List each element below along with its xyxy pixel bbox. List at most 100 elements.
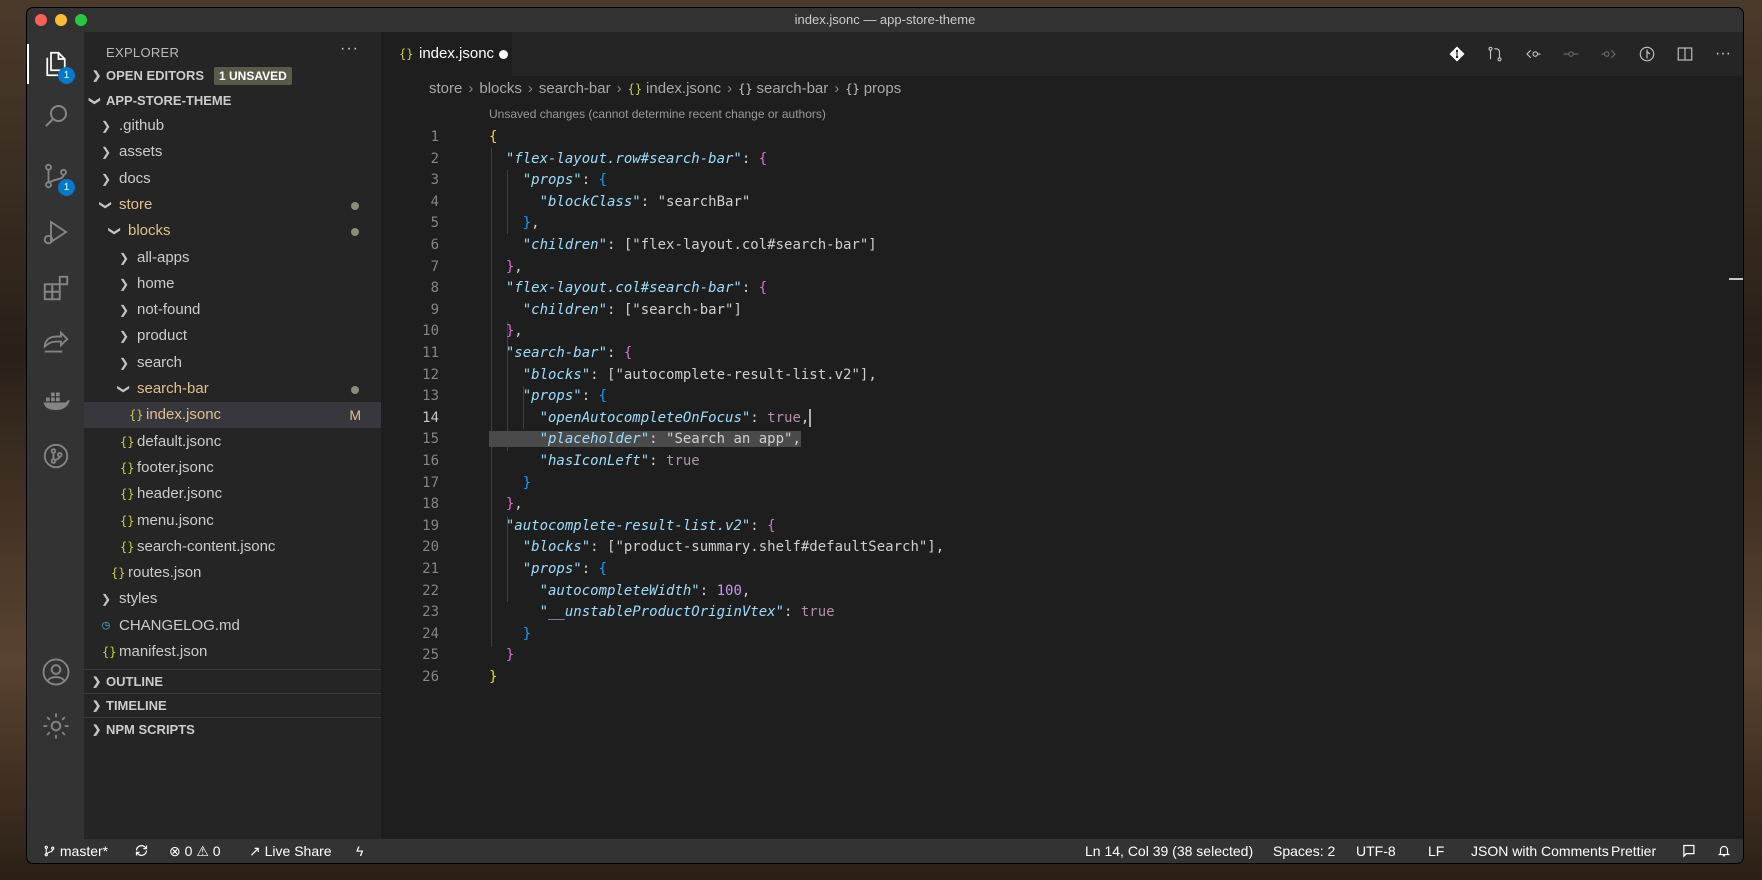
breadcrumb-item[interactable]: store (429, 80, 462, 97)
lightning-icon[interactable]: ϟ (356, 839, 363, 863)
tree-folder[interactable]: ❯ store (84, 192, 381, 218)
object-symbol-icon: {} (845, 82, 860, 96)
eol-status[interactable]: LF (1428, 839, 1444, 863)
prettier-status[interactable]: Prettier (1611, 839, 1656, 863)
tree-item-label: menu.jsonc (137, 511, 214, 529)
warning-icon: ⚠ (196, 843, 209, 859)
modified-dot-icon (351, 386, 359, 394)
unsaved-dot-icon[interactable] (499, 50, 508, 59)
tree-item-label: .github (119, 117, 165, 134)
tree-file[interactable]: {} index.jsonc M (84, 402, 381, 429)
chevron-right-icon: ❯ (119, 355, 130, 370)
breadcrumb-item[interactable]: props (864, 80, 902, 97)
tree-file[interactable]: {} header.jsonc (84, 481, 381, 507)
warning-count: 0 (212, 843, 221, 859)
tree-folder[interactable]: ❯ search-bar (84, 376, 381, 402)
tree-file[interactable]: ◷ CHANGELOG.md (84, 613, 381, 639)
open-changes-icon[interactable] (1485, 44, 1505, 64)
live-share-icon[interactable] (27, 320, 84, 368)
text-cursor (809, 408, 812, 427)
explorer-more-actions-icon[interactable]: ··· (340, 40, 359, 58)
tree-folder[interactable]: ❯ blocks (84, 218, 381, 244)
source-control-icon[interactable]: 1 (27, 152, 84, 200)
minimize-window-button[interactable] (55, 14, 67, 26)
tree-file[interactable]: {} default.jsonc (84, 429, 381, 455)
tree-item-label: CHANGELOG.md (119, 616, 240, 634)
close-window-button[interactable] (35, 14, 47, 26)
tree-item-label: search-bar (137, 380, 209, 397)
branch-status[interactable]: master* (43, 839, 108, 863)
commit-icon[interactable] (1561, 44, 1581, 64)
tree-file[interactable]: {} manifest.json (84, 639, 381, 665)
toggle-file-blame-icon[interactable] (1637, 44, 1657, 64)
chevron-right-icon: ❯ (92, 724, 102, 736)
tree-folder[interactable]: ❯ product (84, 323, 381, 349)
live-share-status[interactable]: ↗ Live Share (249, 839, 332, 863)
codelens-blame[interactable]: Unsaved changes (cannot determine recent… (489, 107, 826, 121)
chevron-right-icon: ❯ (101, 145, 112, 160)
tree-folder[interactable]: ❯ search (84, 350, 381, 376)
encoding-status[interactable]: UTF-8 (1356, 839, 1396, 863)
manage-gear-icon[interactable] (27, 702, 84, 750)
indentation-status[interactable]: Spaces: 2 (1273, 839, 1335, 863)
notifications-bell-icon[interactable] (1717, 839, 1731, 863)
previous-change-icon[interactable] (1523, 44, 1543, 64)
search-icon[interactable] (27, 92, 84, 140)
tree-folder[interactable]: ❯ styles (84, 586, 381, 612)
timeline-section[interactable]: ❯ TIMELINE (84, 693, 381, 718)
workspace-root-label: APP-STORE-THEME (106, 93, 232, 108)
accounts-icon[interactable] (27, 648, 84, 696)
run-debug-icon[interactable] (27, 208, 84, 256)
outline-section[interactable]: ❯ OUTLINE (84, 669, 381, 694)
open-editors-section[interactable]: ❯ OPEN EDITORS 1 UNSAVED (84, 64, 381, 88)
chevron-right-icon: › (834, 80, 840, 97)
breadcrumb-item[interactable]: search-bar (539, 80, 611, 97)
explorer-icon[interactable]: 1 (27, 40, 84, 88)
sync-icon[interactable] (134, 839, 149, 863)
extensions-icon[interactable] (27, 264, 84, 312)
gitlens-icon[interactable] (27, 432, 84, 480)
tree-folder[interactable]: ❯ assets (84, 139, 381, 165)
scrollbar-cursor-marker[interactable] (1729, 278, 1743, 280)
tab-index-jsonc[interactable]: {} index.jsonc (381, 32, 512, 76)
cursor-position[interactable]: Ln 14, Col 39 (38 selected) (1085, 839, 1253, 863)
git-compare-icon[interactable] (1447, 44, 1467, 64)
tree-file[interactable]: {} search-content.jsonc (84, 534, 381, 560)
chevron-right-icon: ❯ (119, 276, 130, 291)
title-bar: index.jsonc — app-store-theme (27, 8, 1743, 32)
tree-folder[interactable]: ❯ not-found (84, 297, 381, 323)
feedback-icon[interactable] (1682, 839, 1697, 863)
workspace-root-section[interactable]: ❯ APP-STORE-THEME (84, 89, 381, 113)
git-modified-badge: M (349, 407, 361, 424)
tree-folder[interactable]: ❯ docs (84, 166, 381, 192)
tree-item-label: default.jsonc (137, 432, 222, 450)
tree-folder[interactable]: ❯ all-apps (84, 245, 381, 271)
tree-item-label: routes.json (128, 564, 202, 582)
breadcrumb-item[interactable]: index.jsonc (646, 80, 721, 97)
tree-folder[interactable]: ❯ .github (84, 113, 381, 139)
tree-file[interactable]: {} routes.json (84, 560, 381, 586)
problems-status[interactable]: ⊗ 0 ⚠ 0 (169, 839, 221, 863)
chevron-right-icon: ❯ (92, 700, 102, 712)
window-title: index.jsonc — app-store-theme (794, 12, 976, 27)
split-editor-icon[interactable] (1675, 44, 1695, 64)
modified-dot-icon (351, 201, 359, 210)
breadcrumb-item[interactable]: search-bar (757, 80, 829, 97)
next-change-icon[interactable] (1599, 44, 1619, 64)
tree-item-label: docs (119, 169, 151, 187)
language-mode[interactable]: JSON with Comments (1471, 839, 1609, 863)
tree-file[interactable]: {} footer.jsonc (84, 455, 381, 481)
maximize-window-button[interactable] (75, 14, 87, 26)
tree-item-label: header.jsonc (137, 485, 223, 503)
tree-file[interactable]: {} menu.jsonc (84, 508, 381, 534)
json-file-icon: {} (102, 645, 117, 659)
tree-folder[interactable]: ❯ home (84, 271, 381, 297)
live-share-icon: ↗ (249, 843, 261, 859)
docker-icon[interactable] (27, 376, 84, 424)
tree-item-label: footer.jsonc (137, 458, 214, 476)
json-file-icon: {} (120, 487, 135, 502)
npm-scripts-section[interactable]: ❯ NPM SCRIPTS (84, 717, 381, 742)
breadcrumb-item[interactable]: blocks (479, 80, 522, 97)
more-actions-icon[interactable]: ··· (1713, 44, 1733, 64)
live-share-label: Live Share (264, 843, 332, 859)
